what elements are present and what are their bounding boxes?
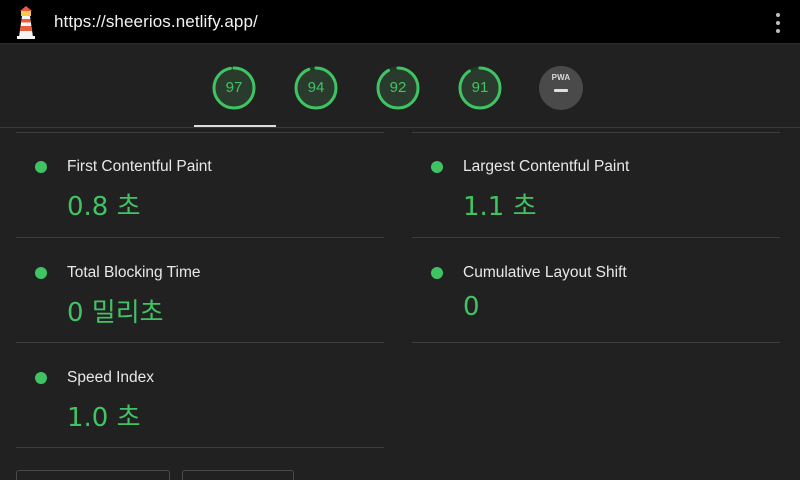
active-tab-indicator [194,125,276,127]
performance-gauge[interactable]: 97 [212,66,256,110]
divider [412,342,780,343]
best-practices-gauge[interactable]: 92 [376,66,420,110]
metric-title: Speed Index [67,369,155,386]
metric-total-blocking-time: Total Blocking Time 0 밀리초 [15,239,383,345]
gauge-score: 91 [471,79,489,96]
more-vert-icon[interactable] [770,12,786,34]
metric-value: 1.1 초 [463,192,537,222]
divider [16,237,384,238]
metric-cumulative-layout-shift: Cumulative Layout Shift 0 [411,239,779,345]
top-bar: https://sheerios.netlify.app/ [0,0,800,44]
metric-value: 0 [463,292,480,322]
page-url: https://sheerios.netlify.app/ [54,12,258,31]
accessibility-gauge[interactable]: 94 [294,66,338,110]
pwa-label: PWA [551,73,571,82]
metric-value: 0 밀리초 [67,298,164,328]
dash-icon [554,89,568,92]
divider [16,342,384,343]
metric-title: Largest Contentful Paint [463,158,630,175]
pass-dot-icon [35,161,47,173]
metric-speed-index: Speed Index 1.0 초 [15,344,383,450]
pwa-badge[interactable]: PWA [539,66,583,110]
seo-gauge[interactable]: 91 [458,66,502,110]
metric-title: Cumulative Layout Shift [463,264,627,281]
divider [412,237,780,238]
metric-title: Total Blocking Time [67,264,201,281]
metric-value: 1.0 초 [67,403,141,433]
metric-largest-contentful-paint: Largest Contentful Paint 1.1 초 [411,133,779,239]
lighthouse-icon [17,6,35,39]
divider [16,447,384,448]
gauge-score: 94 [307,79,325,96]
gauge-score: 97 [225,79,243,96]
pass-dot-icon [431,267,443,279]
gauge-score: 92 [389,79,407,96]
metric-value: 0.8 초 [67,192,141,222]
pass-dot-icon [35,372,47,384]
pass-dot-icon [431,161,443,173]
toolbar-button[interactable] [16,470,170,480]
metric-title: First Contentful Paint [67,158,212,175]
metrics-panel: First Contentful Paint 0.8 초 Largest Con… [0,129,800,476]
pass-dot-icon [35,267,47,279]
toolbar-button[interactable] [182,470,294,480]
category-gauges: 97 94 92 91 PWA [0,44,800,128]
metric-first-contentful-paint: First Contentful Paint 0.8 초 [15,133,383,239]
